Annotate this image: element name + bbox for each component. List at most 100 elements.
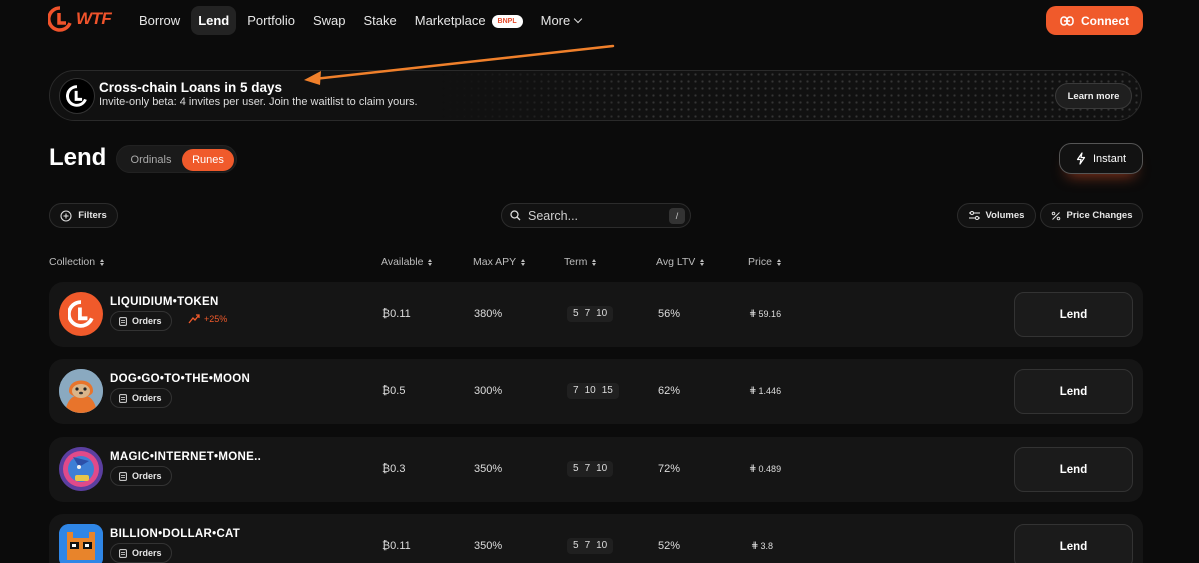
liquidium-logo-icon (66, 85, 87, 107)
filters-button[interactable]: Filters (49, 203, 118, 228)
avg-ltv-value: 72% (658, 463, 681, 475)
nav-lend[interactable]: Lend (191, 6, 237, 35)
term-options: 5 7 10 (567, 461, 614, 477)
price-cell: ⋕ 3.8 (751, 540, 773, 551)
price-value: 1.446 (758, 385, 782, 396)
term-value: 7 (584, 308, 591, 319)
banner-logo (59, 78, 95, 114)
column-header-avg-ltv[interactable]: Avg LTV (656, 256, 705, 268)
table-row[interactable]: MAGIC•INTERNET•MONE.. Orders ₿0.3 350% 5… (49, 437, 1143, 502)
tab-runes[interactable]: Runes (182, 149, 234, 171)
orders-label: Orders (132, 548, 162, 558)
column-header-max-apy[interactable]: Max APY (473, 256, 526, 268)
term-options: 5 7 10 (567, 538, 614, 554)
column-header-available[interactable]: Available (381, 256, 433, 268)
lend-button[interactable]: Lend (1014, 292, 1133, 337)
term-value: 10 (596, 463, 608, 474)
sliders-icon (968, 211, 980, 220)
collection-name: LIQUIDIUM•TOKEN (110, 296, 219, 308)
connect-label: Connect (1081, 13, 1129, 28)
term-value: 5 (573, 463, 579, 474)
price-cell: ⋕ 0.489 (749, 463, 781, 474)
column-header-label: Price (748, 256, 772, 268)
price-changes-button[interactable]: Price Changes (1040, 203, 1143, 228)
wizard-artwork-icon (59, 447, 103, 491)
nav-marketplace-label: Marketplace (414, 13, 486, 28)
logo-wordmark: WTF (76, 9, 112, 28)
volumes-label: Volumes (985, 210, 1025, 221)
volumes-button[interactable]: Volumes (957, 203, 1036, 228)
price-cell: ⋕ 1.446 (749, 385, 781, 396)
price-value: 0.489 (758, 463, 782, 474)
nav-marketplace[interactable]: Marketplace BNPL (408, 6, 530, 35)
orders-button[interactable]: Orders (110, 311, 172, 331)
billion-dollar-cat-avatar (59, 524, 103, 563)
collection-name: MAGIC•INTERNET•MONE.. (110, 451, 262, 463)
term-value: 5 (573, 308, 579, 319)
column-header-collection[interactable]: Collection (49, 256, 105, 268)
volume-badge-text: +25% (204, 313, 228, 324)
max-apy-value: 300% (474, 385, 503, 397)
document-icon (119, 471, 127, 481)
nav-links: Borrow Lend Portfolio Swap Stake Marketp… (132, 6, 588, 35)
term-value: 10 (596, 308, 608, 319)
max-apy-value: 350% (474, 463, 503, 475)
price-cell: ⋕ 59.16 (749, 308, 781, 319)
lend-button[interactable]: Lend (1014, 369, 1133, 414)
chevron-down-icon (573, 14, 583, 24)
orders-label: Orders (132, 316, 162, 326)
orders-label: Orders (132, 471, 162, 481)
instant-button[interactable]: Instant (1059, 143, 1143, 174)
avg-ltv-value: 56% (658, 308, 681, 320)
price-value: 59.16 (758, 308, 782, 319)
collection-name: BILLION•DOLLAR•CAT (110, 528, 241, 540)
term-value: 7 (584, 540, 591, 551)
search-input[interactable] (528, 207, 663, 225)
max-apy-value: 380% (474, 308, 503, 320)
dog-in-orange-hoodie-icon (59, 369, 103, 413)
annotation-arrow-icon (304, 44, 615, 85)
learn-more-button[interactable]: Learn more (1055, 83, 1132, 109)
column-header-term[interactable]: Term (564, 256, 597, 268)
collection-type-toggle: Ordinals Runes (116, 145, 237, 173)
magic-internet-money-avatar (59, 447, 103, 491)
search-shortcut-key: / (669, 208, 685, 224)
orders-button[interactable]: Orders (110, 466, 172, 486)
table-row[interactable]: BILLION•DOLLAR•CAT Orders ₿0.11 350% 571… (49, 514, 1143, 563)
sats-icon: ⋕ (749, 385, 757, 395)
liquidium-logo-icon (68, 300, 94, 328)
nav-stake[interactable]: Stake (356, 6, 403, 35)
lend-button[interactable]: Lend (1014, 524, 1133, 563)
search-icon (510, 210, 521, 221)
connect-button[interactable]: Connect (1046, 6, 1143, 35)
app-logo[interactable]: WTF (48, 6, 112, 32)
term-value: 10 (596, 540, 608, 551)
orders-button[interactable]: Orders (110, 388, 172, 408)
sort-icon (100, 258, 105, 266)
column-header-label: Collection (49, 256, 96, 268)
liquidium-logo-avatar (59, 292, 103, 336)
sats-icon: ⋕ (749, 463, 757, 473)
page-title: Lend (49, 144, 107, 171)
nav-borrow[interactable]: Borrow (132, 6, 187, 35)
term-value: 7 (584, 463, 591, 474)
liquidium-logo-icon (48, 6, 72, 32)
trending-burst-icon (188, 314, 200, 324)
column-header-price[interactable]: Price (748, 256, 781, 268)
sort-icon (428, 258, 433, 266)
document-icon (119, 548, 127, 558)
max-apy-value: 350% (474, 540, 503, 552)
term-options: 7 10 15 (567, 383, 619, 399)
lend-button[interactable]: Lend (1014, 447, 1133, 492)
tab-ordinals[interactable]: Ordinals (121, 149, 181, 171)
table-row[interactable]: LIQUIDIUM•TOKEN Orders +25% ₿0.11 380% 5… (49, 282, 1143, 347)
search-bar: / (501, 203, 691, 228)
nav-portfolio[interactable]: Portfolio (240, 6, 302, 35)
nav-more[interactable]: More (534, 6, 589, 35)
orders-button[interactable]: Orders (110, 543, 172, 563)
bnpl-badge: BNPL (491, 15, 523, 28)
filters-label: Filters (78, 210, 107, 221)
nav-swap[interactable]: Swap (306, 6, 353, 35)
document-icon (119, 316, 127, 326)
table-row[interactable]: DOG•GO•TO•THE•MOON Orders ₿0.5 300% 7 10 1… (49, 359, 1143, 424)
